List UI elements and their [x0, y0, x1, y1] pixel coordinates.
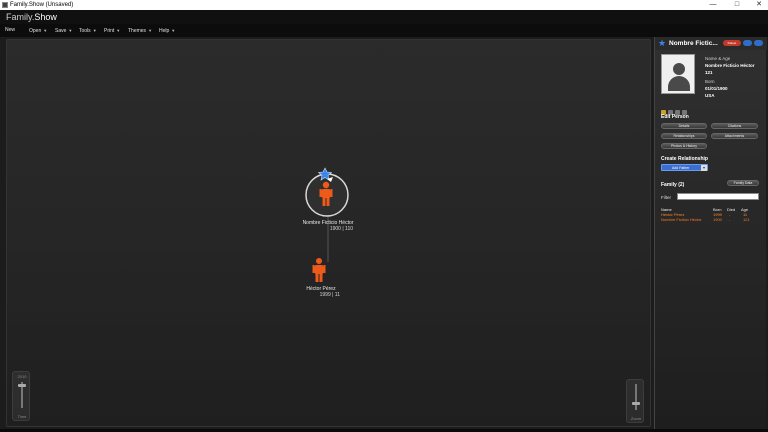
family-table: Name Born Died Age Héctor Pérez 1999 - 1… [661, 207, 761, 222]
photo-tools [661, 102, 689, 115]
app-window: Family.Show (Unsaved) — □ ✕ Family.Show … [0, 0, 768, 432]
zoom-slider-label: Zoom [630, 416, 642, 421]
avatar-body-icon [668, 76, 690, 91]
born-label: Born [705, 79, 715, 84]
person-age: 121 [705, 70, 713, 75]
family-title: Family (2) [661, 182, 684, 188]
panel-button[interactable] [743, 40, 752, 46]
menu-new-label: New [5, 27, 16, 33]
time-slider-label: Time [17, 414, 27, 419]
filter-label: Filter [661, 195, 671, 200]
slider-track [635, 384, 637, 410]
citations-button[interactable]: Citations [711, 123, 758, 129]
photos-history-button[interactable]: Photos & History [661, 143, 707, 149]
star-icon: ★ [658, 38, 667, 48]
person-name: Nombre Ficticio Héctor [705, 63, 755, 68]
slider-thumb[interactable] [632, 402, 640, 405]
delete-button[interactable]: Delete [723, 40, 741, 46]
relationship-select-value: Add Father [672, 166, 690, 170]
logo-accent: Show [34, 12, 57, 22]
menu-print[interactable]: Print ▼ [104, 24, 120, 37]
close-button[interactable]: ✕ [750, 0, 768, 10]
attachments-button[interactable]: Attachments [711, 133, 758, 139]
menu-new[interactable]: New [5, 24, 15, 37]
person-photo[interactable] [661, 54, 695, 94]
time-slider-year: 2010 [17, 374, 27, 379]
row-born: 1900 [713, 217, 722, 222]
person-icon[interactable] [312, 258, 326, 282]
menu-save-label: Save [55, 28, 67, 34]
row-name: Nombre Ficticio Héctor [661, 217, 702, 222]
chevron-down-icon: ▼ [148, 28, 153, 33]
edit-person-title: Edit Person [661, 114, 689, 120]
name-age-label: Name & Age [705, 56, 731, 61]
app-icon [2, 2, 8, 8]
node-years: 1999 | 11 [319, 292, 340, 298]
menu-open[interactable]: Open ▼ [29, 24, 47, 37]
menu-save[interactable]: Save ▼ [55, 24, 72, 37]
family-data-button[interactable]: Family Data [727, 180, 759, 186]
tree-graphics [305, 167, 349, 282]
menu-themes[interactable]: Themes ▼ [128, 24, 152, 37]
panel-header: ★ Nombre Fictic... Delete [655, 37, 767, 50]
chevron-down-icon: ▼ [116, 28, 121, 33]
panel-title: Nombre Fictic... [669, 40, 718, 47]
menu-print-label: Print [104, 28, 115, 34]
slider-thumb[interactable] [18, 384, 26, 387]
menu-tools-label: Tools [79, 28, 91, 34]
menu-open-label: Open [29, 28, 42, 34]
menu-themes-label: Themes [128, 28, 147, 34]
create-relationship-title: Create Relationship [661, 156, 708, 162]
relationships-button[interactable]: Relationships [661, 133, 707, 139]
relationship-select[interactable]: Add Father ▾ [661, 164, 708, 171]
menu-help-label: Help [159, 28, 170, 34]
born-date: 01/01/1900 [705, 86, 728, 91]
chevron-down-icon: ▼ [92, 28, 97, 33]
chevron-down-icon: ▼ [68, 28, 73, 33]
menu-help[interactable]: Help ▼ [159, 24, 175, 37]
chevron-down-icon: ▼ [43, 28, 48, 33]
filter-input[interactable] [677, 193, 759, 200]
row-age: 121 [743, 217, 750, 222]
panel-button[interactable] [754, 40, 763, 46]
time-slider[interactable]: 2010 Time [12, 371, 30, 421]
details-panel: ★ Nombre Fictic... Delete Name & Age Nom… [654, 37, 767, 429]
born-place: USA [705, 93, 715, 98]
chevron-down-icon: ▼ [171, 28, 176, 33]
window-title: Family.Show (Unsaved) [10, 2, 74, 8]
avatar-head-icon [673, 63, 685, 75]
family-count: (2) [678, 182, 685, 188]
chevron-down-icon: ▾ [701, 165, 707, 171]
menu-tools[interactable]: Tools ▼ [79, 24, 97, 37]
family-title-text: Family [661, 182, 677, 188]
title-bar: Family.Show (Unsaved) — □ ✕ [0, 0, 768, 10]
details-button[interactable]: Details [661, 123, 707, 129]
zoom-slider[interactable]: Zoom [626, 379, 644, 423]
table-row[interactable]: Nombre Ficticio Héctor 1900 - 121 [661, 217, 761, 222]
app-logo: Family.Show [6, 11, 57, 23]
maximize-button[interactable]: □ [728, 0, 746, 10]
node-years: 1900 | 110 [329, 226, 353, 232]
logo-main: Family. [6, 12, 35, 22]
minimize-button[interactable]: — [704, 0, 722, 10]
row-died: - [729, 217, 731, 222]
menu-bar: New Open ▼ Save ▼ Tools ▼ Print ▼ Themes ▼ He… [0, 24, 768, 37]
app-header: Family.Show [0, 10, 768, 24]
family-tree-canvas[interactable]: Nombre Ficticio Héctor 1900 | 110 Héctor… [6, 39, 651, 427]
